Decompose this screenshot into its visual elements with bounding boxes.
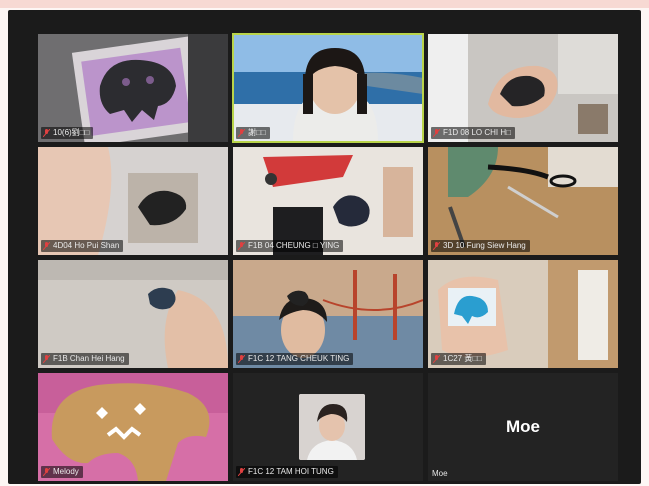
- participant-name: F1C 12 TAM HOI TUNG: [248, 467, 334, 476]
- mic-muted-icon: [433, 355, 440, 363]
- video-tile-active-speaker[interactable]: 謝□□: [232, 33, 424, 143]
- video-feed: [233, 260, 423, 368]
- participant-name: 1C27 黃□□: [443, 354, 483, 363]
- video-feed: [428, 147, 618, 255]
- participant-name: Moe: [432, 469, 448, 478]
- video-tile[interactable]: Moe Moe: [428, 373, 618, 481]
- participant-display-name: Moe: [506, 417, 540, 436]
- mic-muted-icon: [43, 355, 50, 363]
- video-feed: [428, 260, 618, 368]
- avatar: [299, 394, 365, 460]
- mic-muted-icon: [238, 355, 245, 363]
- video-tile[interactable]: 4D04 Ho Pui Shan: [38, 147, 228, 255]
- participant-name-label: F1B Chan Hei Hang: [41, 353, 129, 365]
- top-strip: [0, 0, 649, 8]
- video-tile[interactable]: F1C 12 TANG CHEUK TING: [233, 260, 423, 368]
- participant-name-label: 謝□□: [236, 127, 270, 139]
- participant-name-label: 1C27 黃□□: [431, 353, 487, 365]
- participant-name-label: F1B 04 CHEUNG □ YING: [236, 240, 344, 252]
- mic-muted-icon: [43, 242, 50, 250]
- participant-name-label: F1D 08 LO CHI H□: [431, 127, 515, 139]
- video-tile[interactable]: 1C27 黃□□: [428, 260, 618, 368]
- participant-name-label: F1C 12 TANG CHEUK TING: [236, 353, 354, 365]
- participant-name: F1C 12 TANG CHEUK TING: [248, 354, 350, 363]
- mic-muted-icon: [238, 468, 245, 476]
- mic-muted-icon: [433, 129, 440, 137]
- participant-name: F1B Chan Hei Hang: [53, 354, 125, 363]
- video-tile[interactable]: F1B Chan Hei Hang: [38, 260, 228, 368]
- video-feed: [38, 34, 228, 142]
- video-feed: [233, 34, 423, 142]
- video-feed: [428, 34, 618, 142]
- mic-muted-icon: [43, 129, 50, 137]
- video-tile[interactable]: F1C 12 TAM HOI TUNG: [233, 373, 423, 481]
- participant-name: F1D 08 LO CHI H□: [443, 128, 511, 137]
- video-grid-window: 10(6)劉□□ 謝□□ F1D 08 LO CHI H□ 4D04 Ho Pu…: [8, 10, 641, 484]
- video-tile[interactable]: 10(6)劉□□: [38, 34, 228, 142]
- mic-muted-icon: [238, 129, 245, 137]
- video-feed: [38, 373, 228, 481]
- participant-name: F1B 04 CHEUNG □ YING: [248, 241, 340, 250]
- participant-name: 謝□□: [248, 128, 266, 137]
- mic-muted-icon: [43, 468, 50, 476]
- video-feed: [38, 260, 228, 368]
- participant-name-label: 4D04 Ho Pui Shan: [41, 240, 124, 252]
- participant-name-label: Melody: [41, 466, 83, 478]
- video-tile[interactable]: F1B 04 CHEUNG □ YING: [233, 147, 423, 255]
- mic-muted-icon: [433, 242, 440, 250]
- mic-muted-icon: [238, 242, 245, 250]
- video-tile[interactable]: Melody: [38, 373, 228, 481]
- video-tile[interactable]: F1D 08 LO CHI H□: [428, 34, 618, 142]
- participant-name-label: 10(6)劉□□: [41, 127, 94, 139]
- participant-name: 4D04 Ho Pui Shan: [53, 241, 120, 250]
- participant-name: 10(6)劉□□: [53, 128, 90, 137]
- participant-name-label: F1C 12 TAM HOI TUNG: [236, 466, 338, 478]
- video-feed: [233, 147, 423, 255]
- participant-name: 3D 10 Fung Siew Hang: [443, 241, 526, 250]
- participant-name: Melody: [53, 467, 79, 476]
- video-feed: [38, 147, 228, 255]
- participant-name-label: 3D 10 Fung Siew Hang: [431, 240, 530, 252]
- video-tile[interactable]: 3D 10 Fung Siew Hang: [428, 147, 618, 255]
